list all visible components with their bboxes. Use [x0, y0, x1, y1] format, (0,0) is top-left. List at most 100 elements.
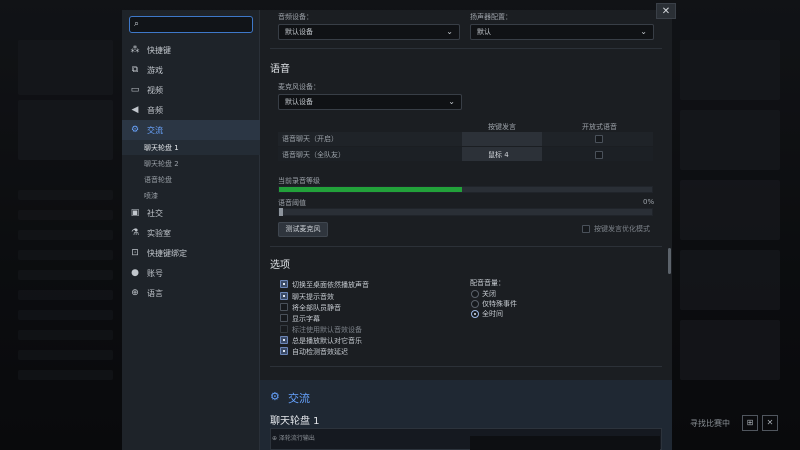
- sidebar-item-keybinds[interactable]: ⊡ 快捷键绑定: [122, 243, 260, 263]
- announcer-radio-special[interactable]: [471, 300, 479, 308]
- radio-label: 全时间: [482, 310, 503, 318]
- option-checkbox[interactable]: [280, 325, 288, 333]
- sidebar-subitem-spray[interactable]: 喷漆: [122, 188, 260, 203]
- search-icon: ⌕: [134, 19, 140, 29]
- option-label: 将全部队员静音: [292, 304, 341, 312]
- matchmaking-status: 寻找比赛中: [690, 419, 730, 428]
- voice-threshold-value: 0%: [643, 198, 655, 206]
- gear-icon: ⚙: [270, 390, 280, 403]
- sidebar-item-account[interactable]: ● 账号: [122, 263, 260, 283]
- option-checkbox[interactable]: [280, 314, 288, 322]
- sidebar-item-labs[interactable]: ⚗ 实验室: [122, 223, 260, 243]
- sidebar-item-label: 社交: [147, 208, 163, 218]
- mic-device-label: 麦克风设备：: [278, 83, 320, 91]
- ptt-optimize-checkbox[interactable]: [582, 225, 590, 233]
- option-checkbox[interactable]: [280, 336, 288, 344]
- chat-wheel-preview: [470, 436, 660, 450]
- shortcut-icon: ⁂: [130, 45, 140, 55]
- bottom-right-controls: ⊞ ✕: [742, 415, 782, 433]
- option-checkbox[interactable]: [280, 347, 288, 355]
- option-label: 切换至桌面依然播放声音: [292, 281, 369, 289]
- test-mic-button[interactable]: 测试麦克风: [278, 222, 328, 237]
- chevron-down-icon: ⌄: [448, 97, 455, 106]
- open-mic-checkbox[interactable]: [595, 135, 603, 143]
- sidebar-item-label: 快捷键: [147, 45, 171, 55]
- divider: [270, 366, 662, 367]
- scrollbar[interactable]: [668, 248, 671, 274]
- chevron-down-icon: ⌄: [640, 27, 647, 36]
- gear-icon: ⚙: [130, 125, 140, 135]
- close-button[interactable]: ✕: [656, 3, 676, 19]
- sidebar-item-communication[interactable]: ⚙ 交流: [122, 120, 260, 140]
- sidebar-subitem-chat-wheel-1[interactable]: 聊天轮盘 1: [122, 140, 260, 155]
- announcer-radio-always[interactable]: [471, 310, 479, 318]
- open-mic-checkbox[interactable]: [595, 151, 603, 159]
- ptt-optimize-label: 按键发言优化模式: [594, 225, 650, 233]
- sidebar-item-shortcuts[interactable]: ⁂ 快捷键: [122, 40, 260, 60]
- audio-device-select[interactable]: 默认设备 ⌄: [278, 24, 460, 40]
- mic-device-select[interactable]: 默认设备 ⌄: [278, 94, 462, 110]
- option-label: 总是播放默认对它音乐: [292, 337, 362, 345]
- mic-device-value: 默认设备: [285, 98, 313, 106]
- ptt-key-value: 鼠标 4: [488, 151, 509, 159]
- option-label: 标注使用默认音效设备: [292, 326, 362, 334]
- communication-header-panel: ⚙ 交流 聊天轮盘 1 ⊕ 泽轮流行输出: [260, 380, 672, 450]
- voice-row-label: 语音聊天（开启）: [282, 135, 338, 143]
- sidebar-item-label: 快捷键绑定: [147, 248, 187, 258]
- voice-threshold-label: 语音阈值: [278, 199, 306, 207]
- voice-row-label: 语音聊天（全队友）: [282, 151, 345, 159]
- chevron-down-icon: ⌄: [446, 27, 453, 36]
- sidebar-item-label: 视频: [147, 85, 163, 95]
- sidebar-item-video[interactable]: ▭ 视频: [122, 80, 260, 100]
- section-subtitle: 聊天轮盘 1: [270, 416, 320, 427]
- recording-level-fill: [279, 187, 462, 192]
- option-label: 自动检测音效延迟: [292, 348, 348, 356]
- audio-device-label: 音频设备：: [278, 13, 313, 21]
- user-icon: ●: [131, 268, 139, 278]
- slider-handle[interactable]: [279, 208, 283, 216]
- flask-icon: ⚗: [130, 228, 140, 238]
- sidebar-item-label: 音频: [147, 105, 163, 115]
- audio-device-value: 默认设备: [285, 28, 313, 36]
- sidebar-subitem-chat-wheel-2[interactable]: 聊天轮盘 2: [122, 156, 260, 171]
- divider: [270, 48, 662, 49]
- speaker-config-label: 扬声器配置：: [470, 13, 512, 21]
- sidebar-item-label: 游戏: [147, 65, 163, 75]
- sidebar-item-audio[interactable]: ◀ 音频: [122, 100, 260, 120]
- open-mic-column-header: 开放式语音: [582, 123, 617, 131]
- settings-panel: 音频设备： 默认设备 ⌄ 扬声器配置： 默认 ⌄ 语音 麦克风设备： 默认设备 …: [260, 10, 672, 450]
- ptt-key-binding[interactable]: 鼠标 4: [462, 147, 542, 161]
- recording-level-bar: [278, 186, 653, 193]
- sidebar-item-language[interactable]: ⊕ 语言: [122, 283, 260, 303]
- announcer-radio-off[interactable]: [471, 290, 479, 298]
- sidebar-item-game[interactable]: ⧉ 游戏: [122, 60, 260, 80]
- sidebar-item-social[interactable]: ▣ 社交: [122, 203, 260, 223]
- voice-section-title: 语音: [270, 64, 290, 75]
- option-label: 显示字幕: [292, 315, 320, 323]
- option-checkbox[interactable]: [280, 303, 288, 311]
- search-input[interactable]: [129, 16, 253, 33]
- radio-label: 仅特殊事件: [482, 300, 517, 308]
- sidebar-subitem-voice-wheel[interactable]: 语音轮盘: [122, 172, 260, 187]
- gamepad-icon: ⧉: [131, 65, 139, 75]
- speaker-config-value: 默认: [477, 28, 491, 36]
- category-title: 交流: [288, 392, 310, 405]
- radio-label: 关闭: [482, 290, 496, 298]
- ptt-key-binding[interactable]: [462, 132, 542, 146]
- chat-wheel-row-label: ⊕ 泽轮流行输出: [272, 435, 315, 442]
- chat-icon: ▣: [130, 208, 140, 218]
- options-section-title: 选项: [270, 260, 290, 271]
- sidebar-item-label: 语言: [147, 288, 163, 298]
- option-label: 聊天提示音效: [292, 293, 334, 301]
- grid-icon[interactable]: ⊞: [742, 415, 758, 431]
- monitor-icon: ▭: [130, 85, 140, 95]
- option-checkbox[interactable]: [280, 292, 288, 300]
- ptt-column-header: 按键发言: [488, 123, 516, 131]
- globe-icon: ⊕: [131, 288, 139, 298]
- voice-threshold-slider[interactable]: [278, 208, 653, 216]
- sidebar-item-label: 账号: [147, 268, 163, 278]
- close-icon[interactable]: ✕: [762, 415, 778, 431]
- settings-sidebar: ⌕ ⁂ 快捷键 ⧉ 游戏 ▭ 视频 ◀ 音频 ⚙ 交流 聊天轮盘 1 聊天轮盘 …: [122, 10, 260, 450]
- speaker-config-select[interactable]: 默认 ⌄: [470, 24, 654, 40]
- option-checkbox[interactable]: [280, 280, 288, 288]
